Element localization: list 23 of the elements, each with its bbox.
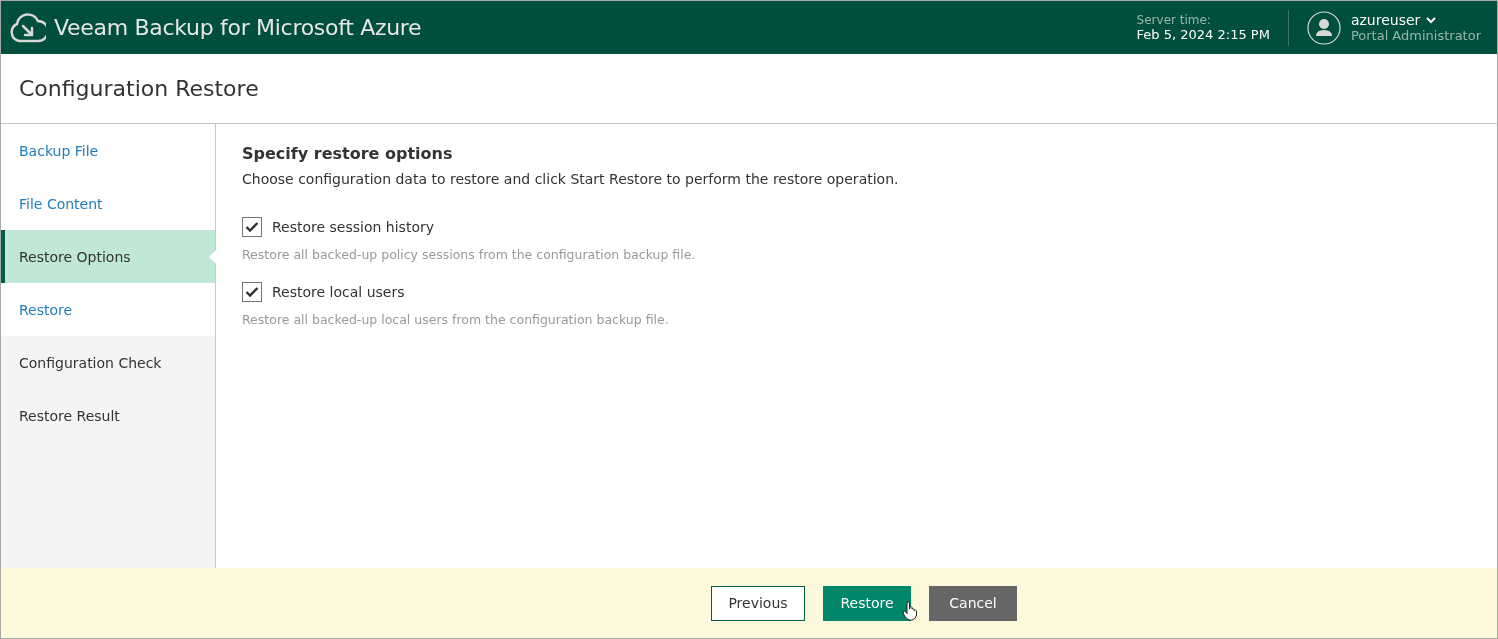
secondary-action-button[interactable]: Previous (711, 585, 805, 621)
user-role: Portal Administrator (1350, 28, 1481, 43)
chevron-down-icon[interactable] (1426, 16, 1437, 24)
wizard-step[interactable]: File Content (1, 177, 215, 230)
wizard-step[interactable]: Restore Result (1, 389, 215, 442)
option-hint: Restore all backed-up local users from the configuration backup file. (242, 312, 670, 327)
neutral-action-button[interactable]: Cancel (929, 585, 1017, 621)
checkbox-label[interactable]: Restore session history (272, 219, 434, 235)
user-avatar-icon[interactable] (1306, 10, 1341, 45)
checkbox[interactable] (242, 217, 262, 237)
option-hint: Restore all backed-up policy sessions from the configuration backup file. (242, 247, 697, 262)
wizard-step[interactable]: Restore (1, 283, 215, 336)
wizard-step[interactable]: Configuration Check (1, 336, 215, 389)
wizard-step[interactable]: Backup File (1, 124, 215, 177)
section-heading: Specify restore options (242, 144, 454, 163)
checkbox-label[interactable]: Restore local users (272, 284, 405, 300)
server-time-label: Server time: (1136, 13, 1212, 27)
user-name[interactable]: azureuser (1350, 12, 1421, 28)
wizard-step[interactable]: Restore Options (1, 230, 215, 283)
section-description: Choose configuration data to restore and click Start Restore to perform the restore operation. (242, 171, 900, 187)
checkbox[interactable] (242, 282, 262, 302)
product-name: Veeam Backup for Microsoft Azure (54, 15, 422, 40)
server-time: Feb 5, 2024 2:15 PM (1136, 27, 1270, 42)
